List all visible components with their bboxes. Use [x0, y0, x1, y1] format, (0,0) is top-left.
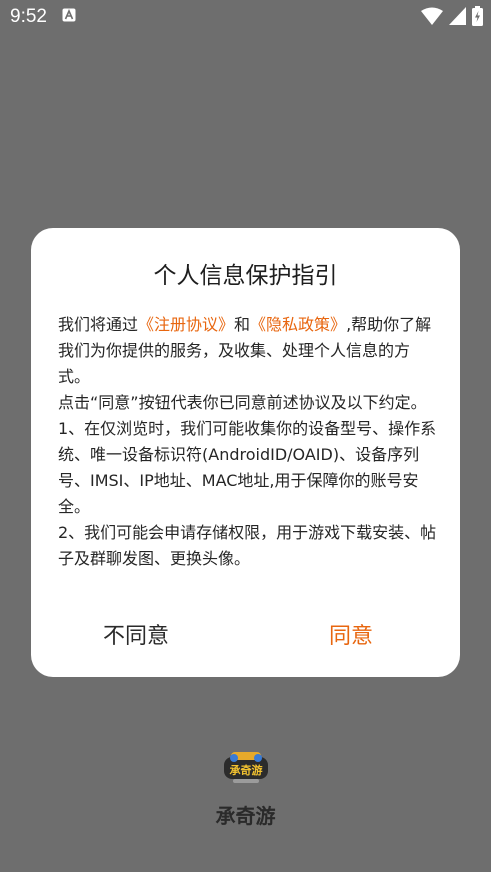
app-name: 承奇游	[215, 804, 276, 828]
status-icons	[421, 6, 483, 26]
status-bar: 9:52	[0, 0, 491, 34]
register-agreement-link[interactable]: 《注册协议》	[138, 315, 234, 334]
wifi-icon	[421, 7, 443, 25]
privacy-policy-link[interactable]: 《隐私政策》	[250, 315, 346, 334]
intro-text-before: 我们将通过	[58, 315, 139, 334]
privacy-dialog: 个人信息保护指引 我们将通过《注册协议》和《隐私政策》,帮助你了解我们为你提供的…	[31, 228, 460, 677]
dialog-title: 个人信息保护指引	[153, 263, 338, 289]
dialog-paragraph-device-info: 1、在仅浏览时，我们可能收集你的设备型号、操作系统、唯一设备标识符(Androi…	[58, 419, 437, 516]
dialog-body[interactable]: 我们将通过《注册协议》和《隐私政策》,帮助你了解我们为你提供的服务，及收集、处理…	[58, 312, 438, 574]
disagree-button[interactable]: 不同意	[103, 618, 169, 650]
notification-a-icon	[62, 8, 76, 22]
battery-icon	[472, 6, 483, 26]
dialog-paragraph-consent: 点击“同意”按钮代表你已同意前述协议及以下约定。	[58, 393, 427, 412]
dialog-paragraph-storage: 2、我们可能会申请存储权限，用于游戏下载安装、帖子及群聊发图、更换头像。	[58, 523, 437, 568]
app-logo-text: 承奇游	[230, 763, 263, 777]
status-time: 9:52	[10, 6, 47, 27]
signal-icon	[449, 7, 466, 25]
intro-text-and: 和	[234, 315, 251, 334]
app-logo: 承奇游	[224, 752, 268, 783]
agree-button[interactable]: 同意	[329, 618, 373, 650]
dialog-paragraph-intro: 我们将通过《注册协议》和《隐私政策》,帮助你了解我们为你提供的服务，及收集、处理…	[58, 312, 438, 390]
